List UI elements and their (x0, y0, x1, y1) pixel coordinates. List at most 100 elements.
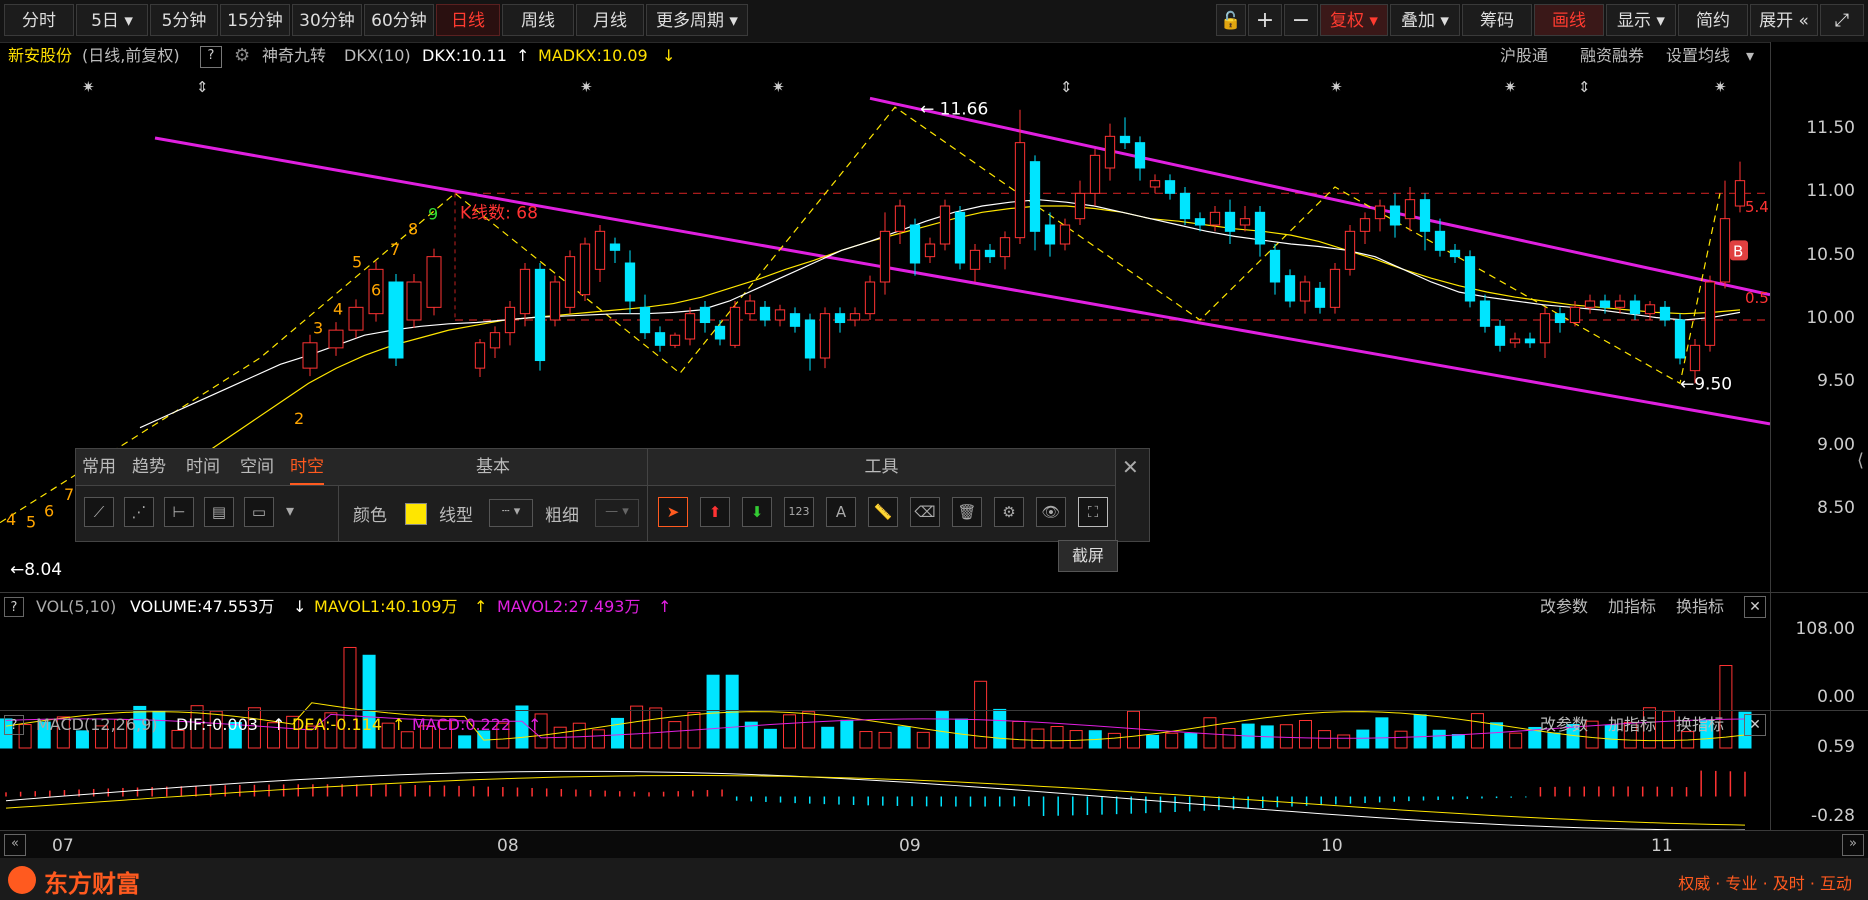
simple-button[interactable]: 简约 (1678, 4, 1748, 36)
arrow-up-icon[interactable]: ⬆ (700, 497, 730, 527)
macd-name[interactable]: MACD(12,26,9) (36, 712, 158, 738)
trash-icon[interactable]: 🗑 (952, 497, 982, 527)
gann-fan-icon[interactable]: ⋰ (124, 497, 154, 527)
eye-icon[interactable]: 👁 (1036, 497, 1066, 527)
vol-add-indicator[interactable]: 加指标 (1608, 594, 1656, 620)
zoom-in-icon[interactable]: + (1248, 4, 1282, 36)
line-style-select[interactable]: ┄ ▾ (489, 499, 533, 527)
time-span-icon[interactable]: ⊢ (164, 497, 194, 527)
tab-30min[interactable]: 30分钟 (292, 4, 362, 36)
close-icon[interactable]: ✕ (1744, 714, 1766, 736)
candle-body (1014, 142, 1026, 239)
vol-mavol2: MAVOL2:27.493万 (497, 597, 641, 616)
adjust-dropdown[interactable]: 复权 ▾ (1320, 4, 1388, 36)
tab-weekly[interactable]: 周线 (502, 4, 574, 36)
candle-body (774, 309, 786, 321)
rectangle-icon[interactable]: ▭ (244, 497, 274, 527)
chips-button[interactable]: 筹码 (1462, 4, 1532, 36)
line-width-select[interactable]: — ▾ (595, 499, 639, 527)
fullscreen-icon[interactable]: ⤢ (1820, 4, 1864, 36)
vol-edit-params[interactable]: 改参数 (1540, 594, 1588, 620)
ruler-icon[interactable]: 📏 (868, 497, 898, 527)
volume-help-icon[interactable]: ? (4, 597, 24, 617)
candle-body (504, 306, 516, 334)
more-periods-dropdown[interactable]: 更多周期 ▾ (646, 4, 748, 36)
tab-timespace[interactable]: 时空 (290, 449, 324, 485)
scroll-right-icon[interactable]: » (1842, 834, 1864, 856)
candle-body (1584, 300, 1596, 308)
macd-switch-indicator[interactable]: 换指标 (1676, 712, 1724, 738)
tab-trend[interactable]: 趋势 (132, 449, 166, 485)
color-swatch[interactable] (405, 503, 427, 525)
tab-monthly[interactable]: 月线 (576, 4, 644, 36)
fan-line-icon[interactable]: ⟋ (84, 497, 114, 527)
arrow-up-icon: ↑ (658, 597, 672, 616)
candle-body (1479, 300, 1491, 327)
channel-icon[interactable]: ▤ (204, 497, 234, 527)
cursor-icon[interactable]: ➤ (658, 497, 688, 527)
candle-body (1179, 192, 1191, 220)
lock-icon[interactable]: 🔓 (1216, 4, 1246, 36)
screenshot-icon[interactable]: ⛶ (1078, 497, 1108, 527)
close-icon[interactable]: ✕ (1744, 596, 1766, 618)
candle-body (1434, 230, 1446, 251)
settings-icon[interactable]: ⚙ (994, 497, 1024, 527)
candle-body (1419, 199, 1431, 232)
basic-section: 基本 颜色 线型 ┄ ▾ 粗细 — ▾ (339, 449, 648, 541)
scroll-left-icon[interactable]: « (4, 834, 26, 856)
close-icon[interactable]: ✕ (1122, 455, 1139, 479)
overlay-dropdown[interactable]: 叠加 ▾ (1390, 4, 1460, 36)
macd-help-icon[interactable]: ? (4, 715, 24, 735)
right-marker-label: 0.5 (1745, 289, 1769, 307)
event-marker: ✷ (1714, 78, 1727, 96)
candle-body (406, 281, 422, 321)
tab-timeshare[interactable]: 分时 (4, 4, 74, 36)
expand-button[interactable]: 展开 « (1750, 4, 1818, 36)
text-icon[interactable]: A (826, 497, 856, 527)
zoom-out-icon[interactable]: − (1284, 4, 1318, 36)
event-marker: ✷ (1330, 78, 1343, 96)
tab-60min[interactable]: 60分钟 (364, 4, 434, 36)
vol-name[interactable]: VOL(5,10) (36, 594, 116, 620)
draw-line-button[interactable]: 画线 (1534, 4, 1604, 36)
candle-body (729, 306, 741, 346)
volume-header: ? VOL(5,10) VOLUME:47.553万 ↓ MAVOL1:40.1… (0, 594, 1770, 620)
macd-ytick-max: 0.59 (1817, 737, 1855, 757)
basic-title: 基本 (339, 449, 647, 486)
candle-body (1734, 180, 1746, 207)
candle-body (1104, 135, 1116, 169)
collapse-handle-icon[interactable]: ⟨ (1857, 450, 1864, 471)
candle-body (999, 237, 1011, 258)
tab-15min[interactable]: 15分钟 (220, 4, 290, 36)
candle-body (1359, 218, 1371, 232)
event-marker: ⇕ (196, 78, 209, 96)
chevron-down-icon[interactable]: ▾ (286, 501, 294, 520)
tab-time[interactable]: 时间 (186, 449, 220, 485)
macd-header: ? MACD(12,26,9) DIF:-0.003 ↑ DEA:-0.114 … (0, 712, 1770, 738)
tab-common[interactable]: 常用 (82, 449, 116, 485)
tab-daily[interactable]: 日线 (436, 4, 500, 36)
candle-body (744, 300, 756, 315)
candle-body (1659, 306, 1671, 321)
vol-switch-indicator[interactable]: 换指标 (1676, 594, 1724, 620)
tab-5min[interactable]: 5分钟 (150, 4, 218, 36)
ytick-950: 9.50 (1817, 371, 1855, 391)
left-low-label: ←8.04 (10, 560, 62, 580)
event-marker: ✷ (1504, 78, 1517, 96)
candle-body (699, 306, 711, 324)
number-icon[interactable]: 123 (784, 497, 814, 527)
eraser-icon[interactable]: ⌫ (910, 497, 940, 527)
candle-body (579, 243, 591, 296)
display-dropdown[interactable]: 显示 ▾ (1606, 4, 1676, 36)
nine-turn-number: 3 (313, 318, 323, 337)
candle-body (1029, 161, 1041, 232)
candle-body (804, 319, 816, 359)
tab-space[interactable]: 空间 (240, 449, 274, 485)
xtick-10: 10 (1321, 836, 1343, 856)
macd-add-indicator[interactable]: 加指标 (1608, 712, 1656, 738)
line-style-label: 线型 (439, 506, 473, 526)
candle-body (1539, 313, 1551, 344)
tab-5day[interactable]: 5日 ▾ (76, 4, 148, 36)
macd-edit-params[interactable]: 改参数 (1540, 712, 1588, 738)
arrow-down-icon[interactable]: ⬇ (742, 497, 772, 527)
